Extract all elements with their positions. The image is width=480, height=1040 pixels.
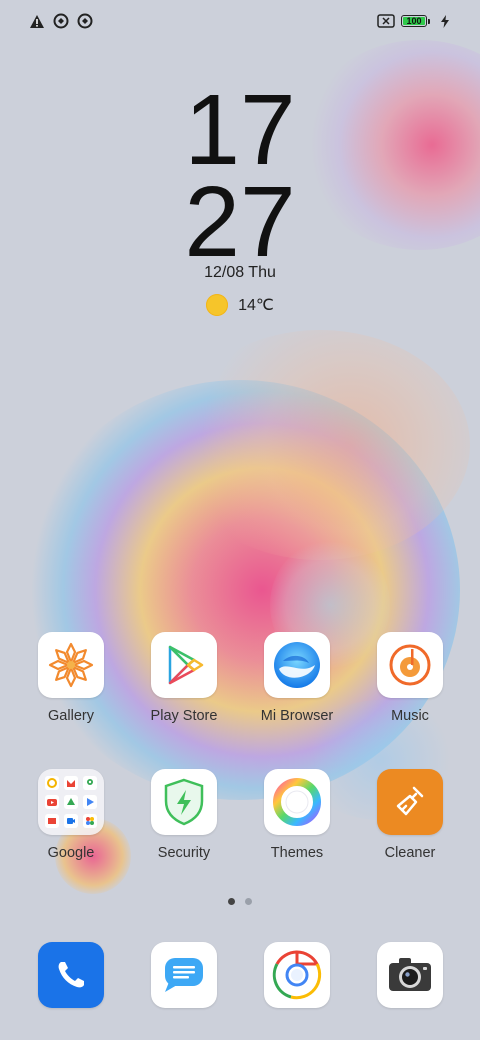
page-dot[interactable]	[245, 898, 252, 905]
app-label: Themes	[270, 845, 324, 861]
app-label: Mi Browser	[260, 708, 334, 724]
music-disc-icon	[377, 632, 443, 698]
app-themes[interactable]: Themes	[247, 769, 347, 861]
battery-level: 100	[406, 16, 422, 26]
app-label: Play Store	[150, 708, 218, 724]
app-play-store[interactable]: Play Store	[134, 632, 234, 724]
cleaner-brush-icon	[377, 769, 443, 835]
page-dot-active[interactable]	[228, 898, 235, 905]
google-folder-icon	[38, 769, 104, 835]
app-gallery[interactable]: Gallery	[21, 632, 121, 724]
alert-triangle-icon	[28, 12, 46, 30]
app-google-folder[interactable]: Google	[21, 769, 121, 861]
duo-icon	[64, 814, 78, 828]
dock-chrome[interactable]	[247, 942, 347, 1008]
security-shield-icon	[151, 769, 217, 835]
battery-icon: 100	[401, 15, 430, 27]
app-security[interactable]: Security	[134, 769, 234, 861]
gallery-flower-icon	[38, 632, 104, 698]
sun-icon	[206, 294, 229, 316]
messages-icon	[151, 942, 217, 1008]
app-mi-browser[interactable]: Mi Browser	[247, 632, 347, 724]
app-label: Gallery	[48, 708, 94, 724]
data-saver-icon	[76, 12, 94, 30]
dock-phone[interactable]	[21, 942, 121, 1008]
play-icon	[83, 795, 97, 809]
no-sim-icon	[377, 12, 395, 30]
photos-icon	[83, 814, 97, 828]
mi-browser-icon	[264, 632, 330, 698]
app-label: Music	[391, 708, 429, 724]
page-indicator	[0, 898, 480, 905]
app-cleaner[interactable]: Cleaner	[360, 769, 460, 861]
clock-minutes[interactable]: 27	[0, 172, 480, 272]
data-saver-icon	[52, 12, 70, 30]
gmail-icon	[64, 776, 78, 790]
temperature-label: 14℃	[238, 297, 274, 314]
app-music[interactable]: Music	[360, 632, 460, 724]
chrome-icon	[264, 942, 330, 1008]
app-label: Cleaner	[384, 845, 436, 861]
dock-messages[interactable]	[134, 942, 234, 1008]
dock-camera[interactable]	[360, 942, 460, 1008]
clock-hours[interactable]: 17	[0, 80, 480, 180]
camera-icon	[377, 942, 443, 1008]
date-label[interactable]: 12/08 Thu	[0, 264, 480, 282]
maps-icon	[83, 776, 97, 790]
app-label: Security	[157, 845, 211, 861]
drive-icon	[64, 795, 78, 809]
play-movies-icon	[45, 814, 59, 828]
phone-icon	[38, 942, 104, 1008]
play-store-icon	[151, 632, 217, 698]
themes-ring-icon	[264, 769, 330, 835]
app-label: Google	[47, 845, 95, 861]
charging-bolt-icon	[436, 12, 454, 30]
weather-widget[interactable]: 14℃	[0, 294, 480, 316]
google-icon	[45, 776, 59, 790]
status-bar: 100	[0, 0, 480, 42]
youtube-icon	[45, 795, 59, 809]
